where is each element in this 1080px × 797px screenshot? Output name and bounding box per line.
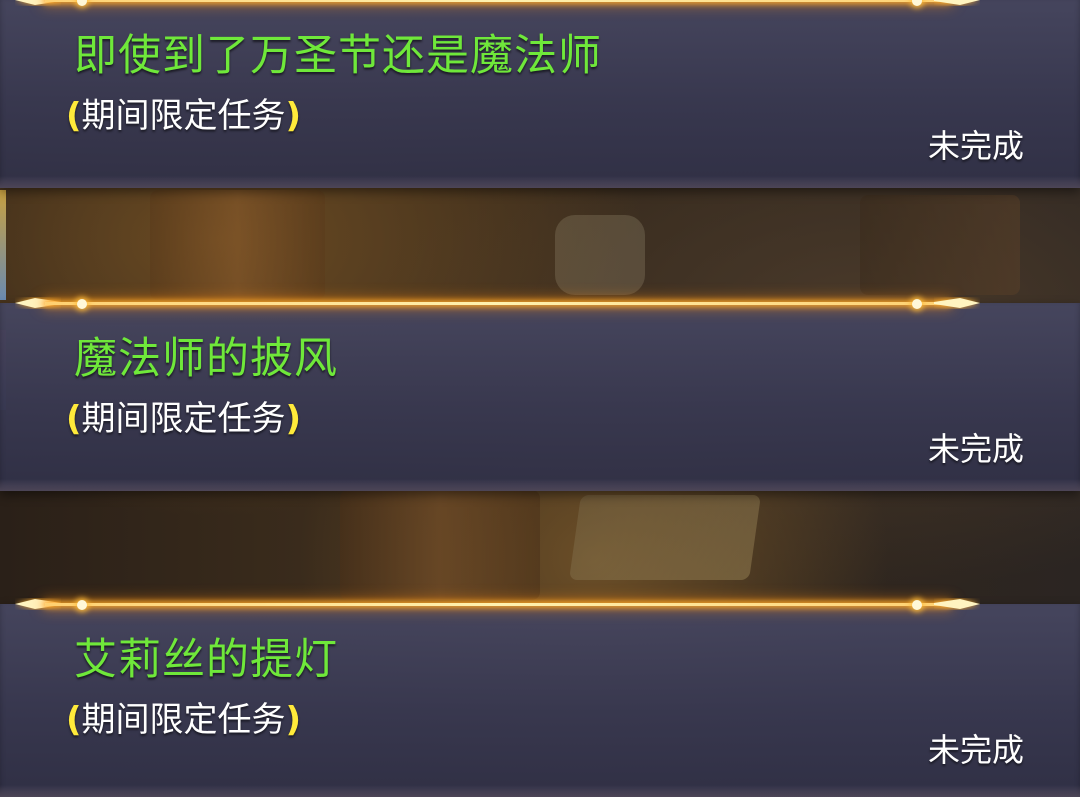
quest-title: 艾莉丝的提灯 xyxy=(74,635,338,685)
quest-subtitle: (期间限定任务) xyxy=(66,696,301,744)
quest-subtitle: (期间限定任务) xyxy=(66,395,301,443)
quest-card[interactable]: 即使到了万圣节还是魔法师 (期间限定任务) 未完成 xyxy=(0,0,1080,188)
quest-status: 未完成 xyxy=(927,430,1024,468)
divider-dot xyxy=(77,299,87,309)
subtitle-text: 期间限定任务 xyxy=(81,96,286,136)
subtitle-paren-close: ) xyxy=(285,700,302,740)
divider-arrow-right-icon xyxy=(934,0,980,5)
divider-dot xyxy=(77,600,87,610)
background-edge-strip xyxy=(0,190,6,300)
subtitle-paren-open: ( xyxy=(66,399,82,439)
quest-title: 魔法师的披风 xyxy=(74,334,338,384)
background-barrel xyxy=(340,490,540,600)
divider-arrow-right-icon xyxy=(934,599,980,609)
subtitle-text: 期间限定任务 xyxy=(81,700,286,740)
background-barrel xyxy=(150,190,325,300)
divider-line xyxy=(45,302,950,305)
glow-divider xyxy=(15,296,980,312)
background-book xyxy=(569,495,761,580)
divider-dot xyxy=(912,0,922,6)
quest-status: 未完成 xyxy=(927,731,1024,769)
quest-card[interactable]: 魔法师的披风 (期间限定任务) 未完成 xyxy=(0,298,1080,491)
divider-dot xyxy=(912,600,922,610)
glow-divider xyxy=(15,0,980,9)
subtitle-paren-open: ( xyxy=(66,700,82,740)
quest-status: 未完成 xyxy=(927,127,1024,165)
subtitle-text: 期间限定任务 xyxy=(81,399,286,439)
glow-divider xyxy=(15,597,980,613)
divider-dot xyxy=(77,0,87,6)
background-crate xyxy=(860,195,1020,295)
quest-subtitle: (期间限定任务) xyxy=(66,92,301,140)
divider-dot xyxy=(912,299,922,309)
divider-arrow-right-icon xyxy=(934,298,980,308)
divider-line xyxy=(45,603,950,606)
subtitle-paren-close: ) xyxy=(285,96,302,136)
subtitle-paren-open: ( xyxy=(66,96,82,136)
quest-card[interactable]: 艾莉丝的提灯 (期间限定任务) 未完成 xyxy=(0,599,1080,797)
divider-line xyxy=(45,0,950,2)
subtitle-paren-close: ) xyxy=(285,399,302,439)
background-scroll xyxy=(555,215,645,295)
quest-title: 即使到了万圣节还是魔法师 xyxy=(74,31,602,81)
